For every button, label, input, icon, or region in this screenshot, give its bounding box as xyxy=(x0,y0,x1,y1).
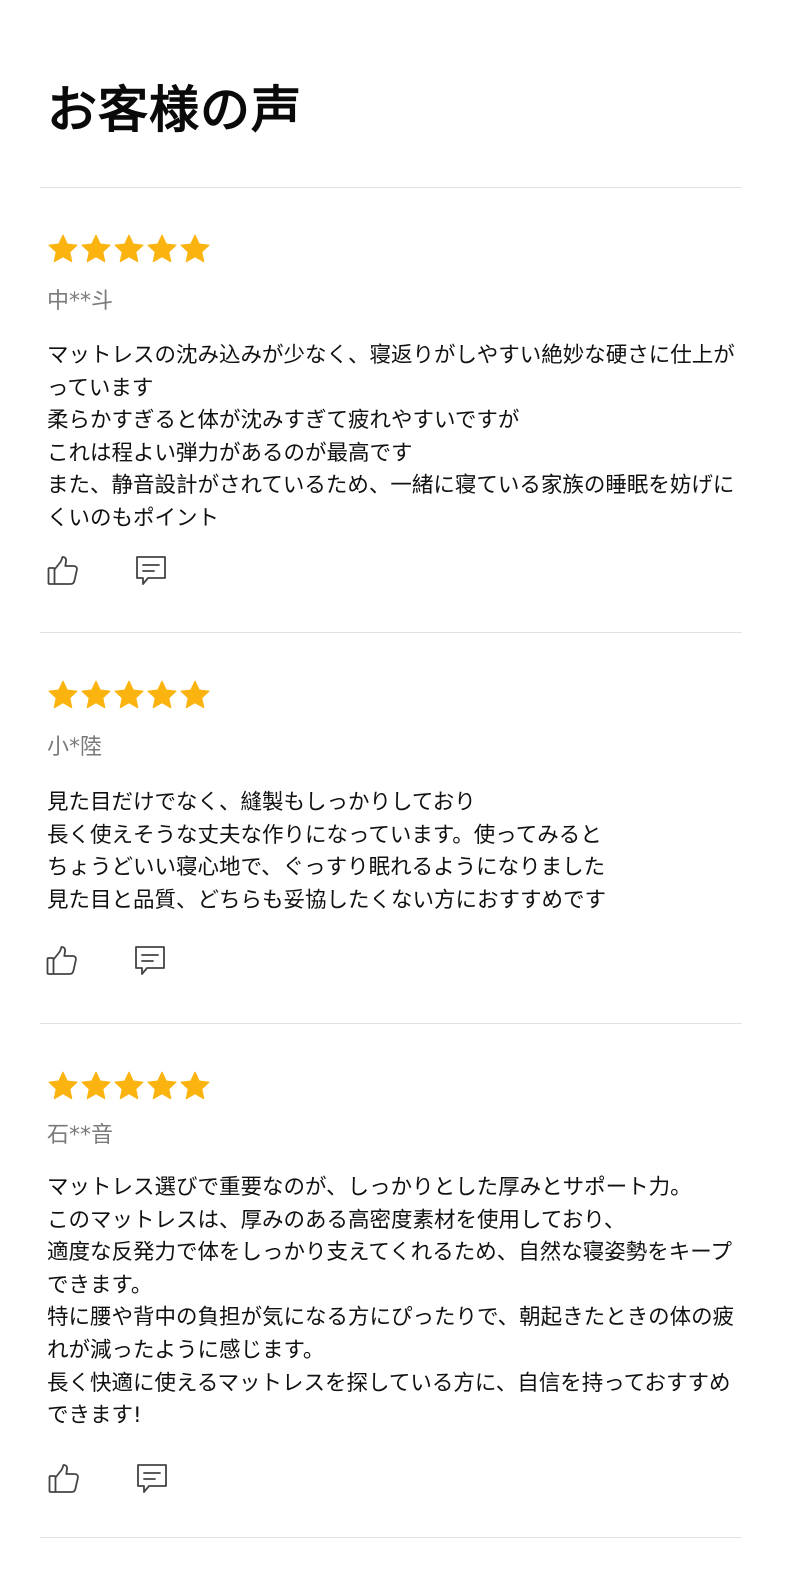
review-card: 小*陸 見た目だけでなく、縫製もしっかりしており 長く使えそうな丈夫な作りになっ… xyxy=(44,679,737,999)
divider xyxy=(40,632,742,633)
divider xyxy=(40,187,742,188)
star-icon xyxy=(180,680,210,709)
review-actions xyxy=(47,1461,177,1495)
star-icon xyxy=(48,234,78,263)
star-icon xyxy=(180,1071,210,1100)
page-title: お客様の声 xyxy=(47,81,302,139)
star-icon xyxy=(81,680,111,709)
star-icon xyxy=(114,680,144,709)
review-text: マットレス選びで重要なのが、しっかりとした厚みとサポート力。 このマットレスは、… xyxy=(47,1175,735,1429)
star-icon xyxy=(147,234,177,263)
review-actions xyxy=(47,553,177,587)
reviewer-name: 中**斗 xyxy=(47,289,114,314)
divider xyxy=(40,1023,742,1024)
comment-icon xyxy=(135,946,165,975)
star-icon xyxy=(81,1071,111,1100)
review-actions[interactable] xyxy=(44,943,177,979)
star-icon xyxy=(81,234,111,263)
star-icon xyxy=(114,1071,144,1100)
reviewer-name: 小*陸 xyxy=(47,735,103,760)
star-icon xyxy=(147,680,177,709)
comment-button[interactable] xyxy=(132,943,168,979)
comment-icon xyxy=(137,1464,167,1493)
review-text: 見た目だけでなく、縫製もしっかりしており 長く使えそうな丈夫な作りになっています… xyxy=(47,790,607,913)
star-rating xyxy=(47,679,211,711)
star-icon xyxy=(48,680,78,709)
like-button[interactable] xyxy=(45,553,81,589)
thumbs-up-icon xyxy=(46,946,77,975)
review-card: 中**斗 マットレスの沈み込みが少なく、寝返りがしやすい絶妙な硬さに仕上がってい… xyxy=(47,233,737,593)
star-icon xyxy=(48,1071,78,1100)
like-button[interactable] xyxy=(46,1461,82,1497)
reviews-page: お客様の声 中**斗 マットレスの沈み込みが少なく、寝返りがしやすい絶妙な硬さに… xyxy=(0,0,790,1587)
star-icon xyxy=(147,1071,177,1100)
review-card: 石**音 マットレス選びで重要なのが、しっかりとした厚みとサポート力。 このマッ… xyxy=(47,1070,737,1510)
divider xyxy=(40,1537,742,1538)
like-button[interactable] xyxy=(44,943,80,979)
review-text: マットレスの沈み込みが少なく、寝返りがしやすい絶妙な硬さに仕上がっています 柔ら… xyxy=(47,343,735,531)
star-icon xyxy=(114,234,144,263)
star-rating xyxy=(47,233,211,265)
comment-button[interactable] xyxy=(133,553,169,589)
comment-button[interactable] xyxy=(134,1461,170,1497)
star-rating xyxy=(47,1070,211,1102)
star-icon xyxy=(180,234,210,263)
reviewer-name: 石**音 xyxy=(47,1123,114,1148)
comment-icon xyxy=(136,556,166,585)
thumbs-up-icon xyxy=(47,556,78,585)
thumbs-up-icon xyxy=(48,1464,79,1493)
